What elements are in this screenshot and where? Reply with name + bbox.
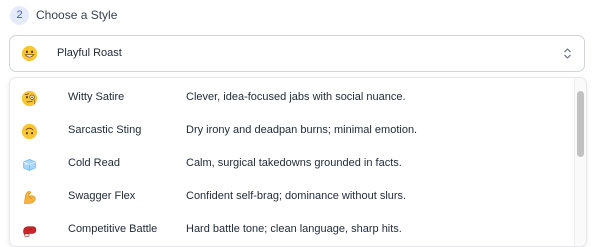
boxing-glove-icon (23, 226, 37, 237)
monocle-face-icon (21, 90, 38, 107)
style-select[interactable]: Playful Roast (9, 35, 585, 72)
scrollbar-thumb[interactable] (577, 91, 584, 157)
option-description: Hard battle tone; clean language, sharp … (186, 223, 402, 235)
flexed-biceps-icon (24, 191, 36, 204)
upside-down-face-icon (21, 123, 38, 140)
option-swagger-flex[interactable]: Swagger Flex Confident self-brag; domina… (10, 181, 570, 214)
option-description: Dry irony and deadpan burns; minimal emo… (186, 124, 418, 136)
chevron-up-down-icon (564, 48, 571, 59)
step-header: 2 Choose a Style (10, 5, 117, 25)
step-title: Choose a Style (36, 8, 118, 22)
option-description: Confident self-brag; dominance without s… (186, 190, 407, 202)
option-name: Sarcastic Sting (68, 124, 142, 136)
scrollbar-track[interactable] (574, 78, 586, 246)
option-description: Calm, surgical takedowns grounded in fac… (186, 157, 402, 169)
style-options-list: Witty Satire Clever, idea-focused jabs w… (9, 77, 587, 247)
option-name: Competitive Battle (68, 223, 158, 235)
option-name: Swagger Flex (68, 190, 136, 202)
option-name: Witty Satire (68, 91, 125, 103)
option-name: Cold Read (68, 157, 120, 169)
option-sarcastic-sting[interactable]: Sarcastic Sting Dry irony and deadpan bu… (10, 115, 570, 148)
ice-cube-icon (23, 159, 36, 171)
option-competitive-battle[interactable]: Competitive Battle Hard battle tone; cle… (10, 214, 570, 246)
option-description: Clever, idea-focused jabs with social nu… (186, 91, 406, 103)
grinning-face-icon (21, 45, 38, 62)
selected-style-label: Playful Roast (57, 47, 122, 59)
option-witty-satire[interactable]: Witty Satire Clever, idea-focused jabs w… (10, 82, 570, 115)
option-cold-read[interactable]: Cold Read Calm, surgical takedowns groun… (10, 148, 570, 181)
step-number-badge: 2 (10, 5, 29, 25)
